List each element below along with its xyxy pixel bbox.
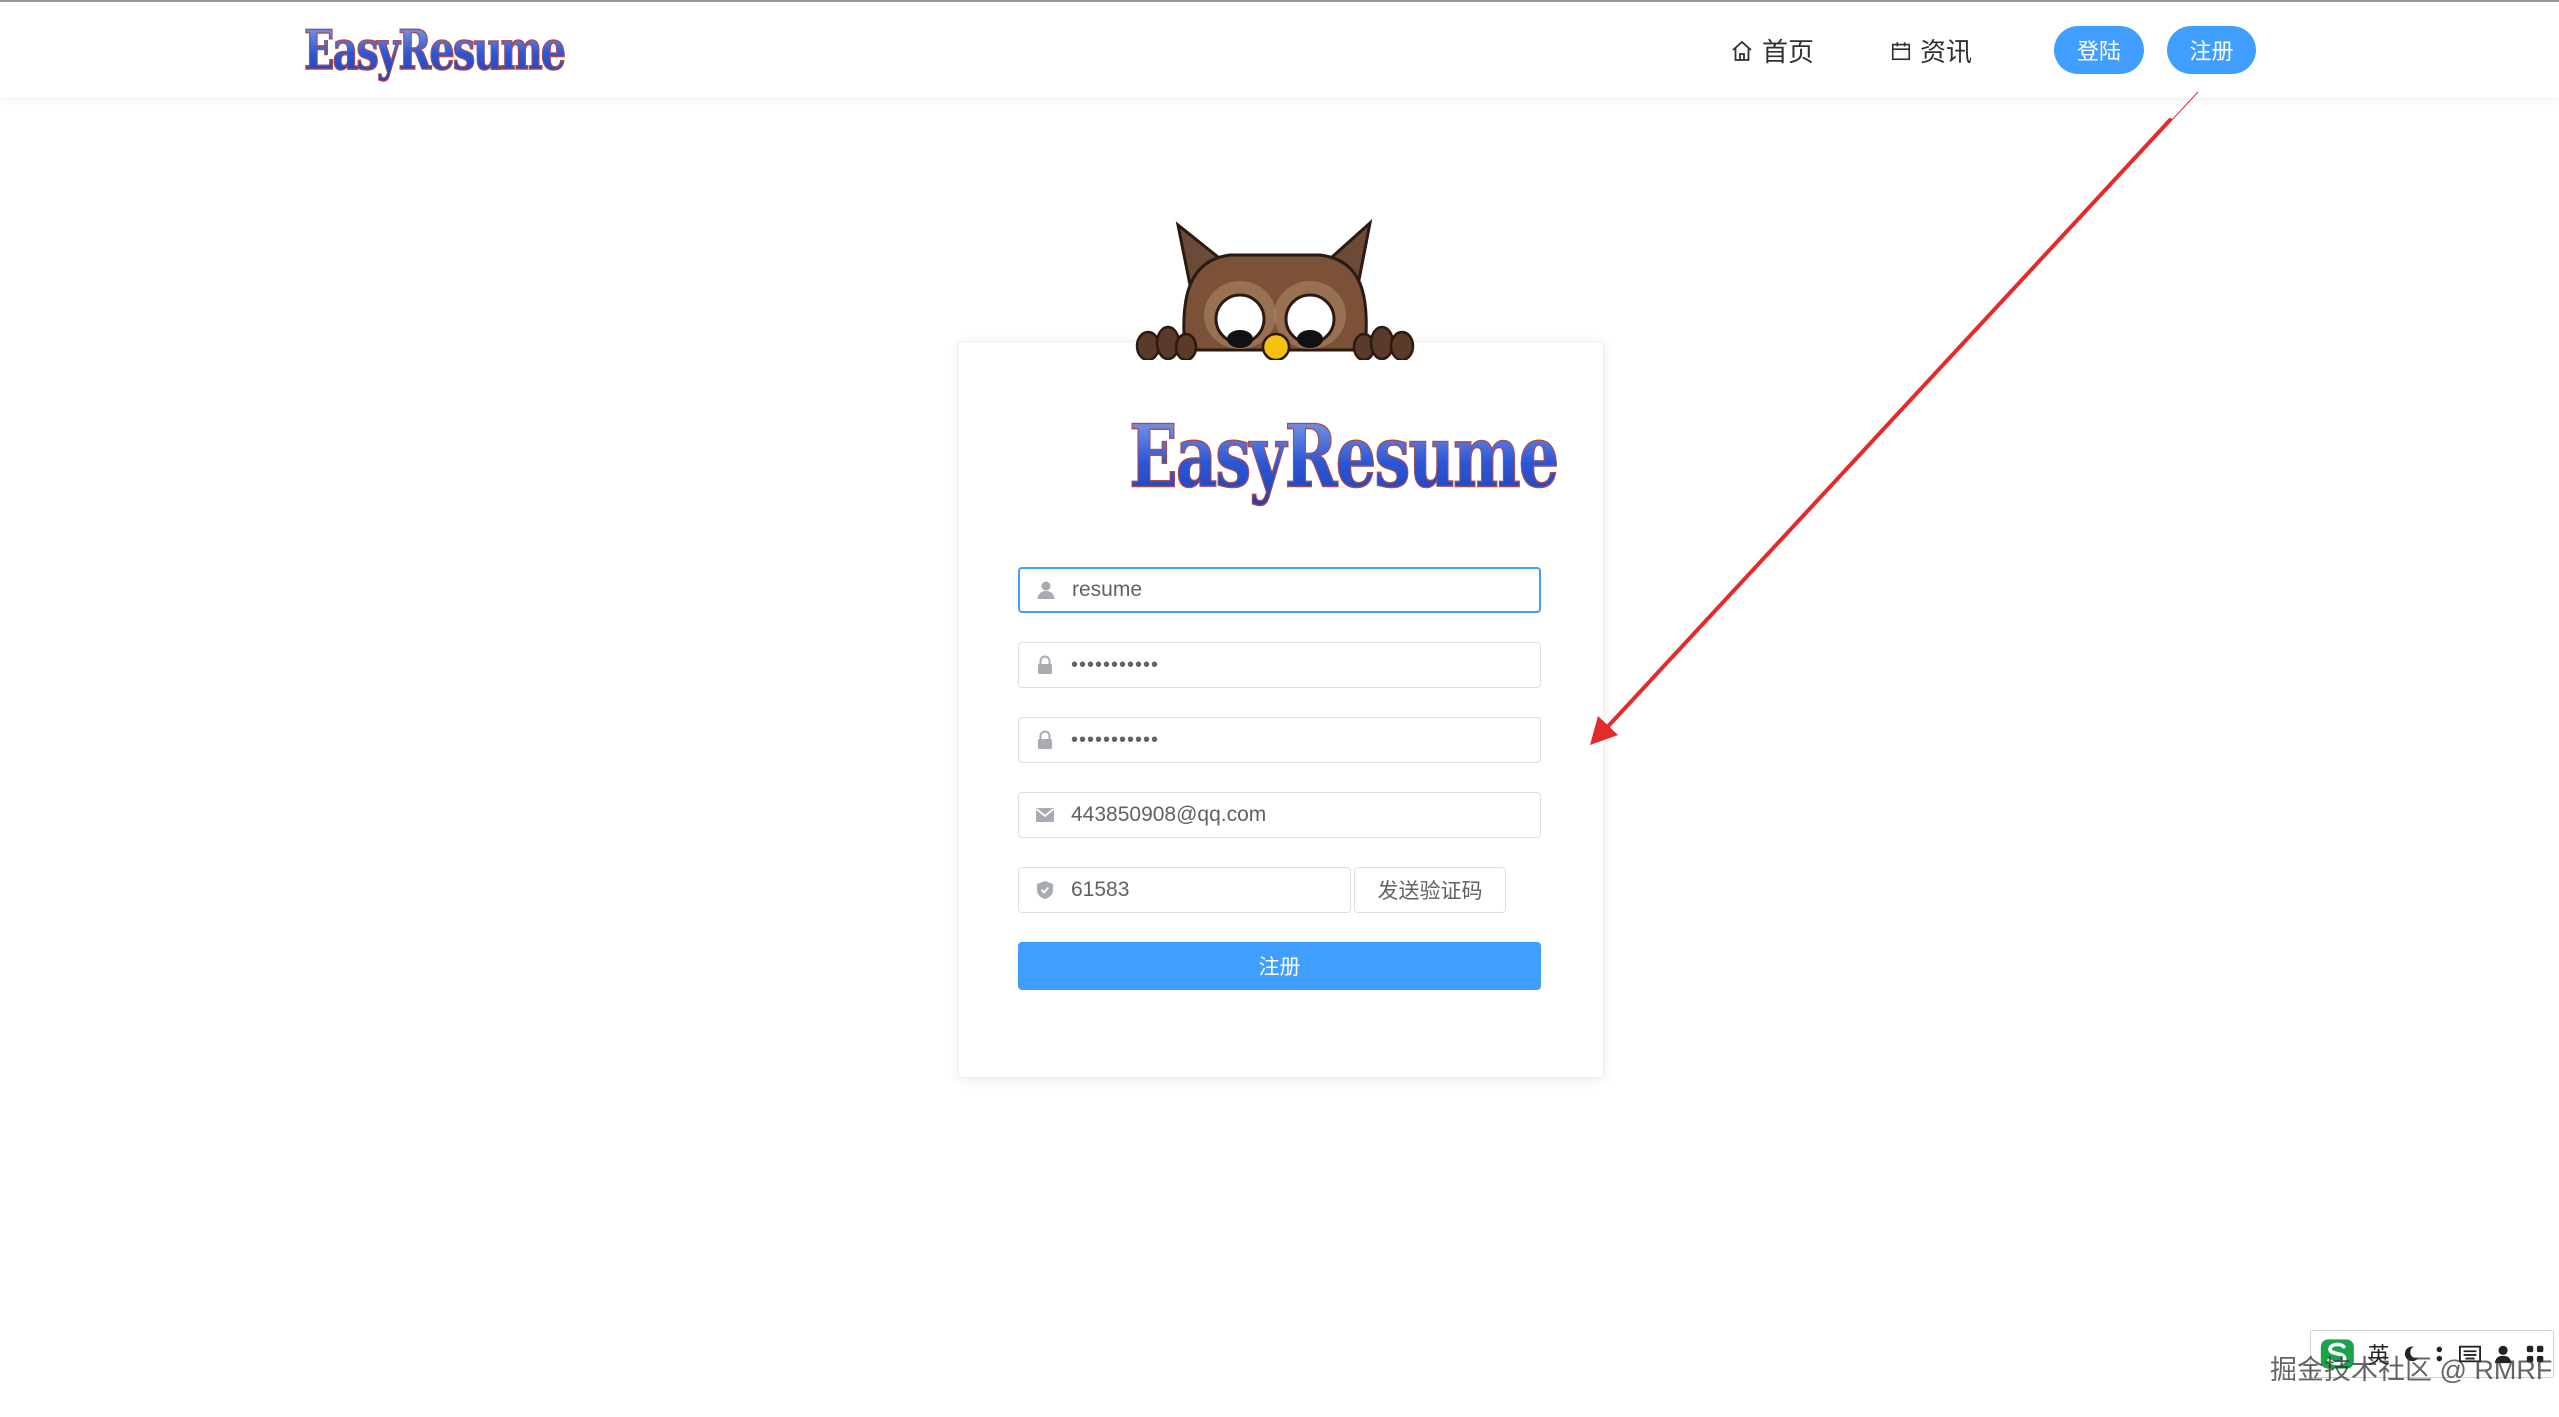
password-field[interactable]: ••••••••••• bbox=[1018, 642, 1541, 688]
nav-news[interactable]: 资讯 bbox=[1890, 32, 1972, 69]
nav-home-label: 首页 bbox=[1762, 37, 1815, 67]
username-value: resume bbox=[1072, 578, 1143, 601]
header-logo[interactable]: EasyResume bbox=[303, 18, 566, 83]
email-field[interactable]: 443850908@qq.com bbox=[1018, 792, 1541, 838]
top-navbar: EasyResume 首页 资讯 登陆 注册 bbox=[0, 2, 2559, 99]
owl-mascot bbox=[1135, 218, 1415, 360]
home-icon bbox=[1732, 40, 1752, 61]
lock-icon bbox=[1019, 730, 1071, 750]
user-icon bbox=[1020, 580, 1072, 600]
nav-home[interactable]: 首页 bbox=[1730, 32, 1814, 69]
nav-news-label: 资讯 bbox=[1920, 37, 1973, 67]
send-code-button[interactable]: 发送验证码 bbox=[1354, 867, 1506, 913]
shield-icon bbox=[1019, 880, 1071, 900]
confirm-password-value: ••••••••••• bbox=[1071, 728, 1160, 751]
login-button[interactable]: 登陆 bbox=[2054, 26, 2144, 74]
verification-code-value: 61583 bbox=[1071, 878, 1130, 901]
confirm-password-field[interactable]: ••••••••••• bbox=[1018, 717, 1541, 763]
password-value: ••••••••••• bbox=[1071, 653, 1160, 676]
submit-register-button[interactable]: 注册 bbox=[1018, 942, 1541, 990]
card-logo: EasyResume bbox=[1128, 406, 1559, 509]
email-value: 443850908@qq.com bbox=[1071, 803, 1267, 826]
register-card: EasyResume resume ••••••••••• ••••••••••… bbox=[958, 341, 1604, 1078]
watermark: 掘金技术社区 @ RMRF bbox=[2270, 1355, 2553, 1385]
lock-icon bbox=[1019, 655, 1071, 675]
verification-code-field[interactable]: 61583 bbox=[1018, 867, 1351, 913]
mail-icon bbox=[1019, 807, 1071, 823]
calendar-icon bbox=[1891, 41, 1911, 60]
username-field[interactable]: resume bbox=[1018, 567, 1541, 613]
register-button[interactable]: 注册 bbox=[2167, 26, 2256, 74]
